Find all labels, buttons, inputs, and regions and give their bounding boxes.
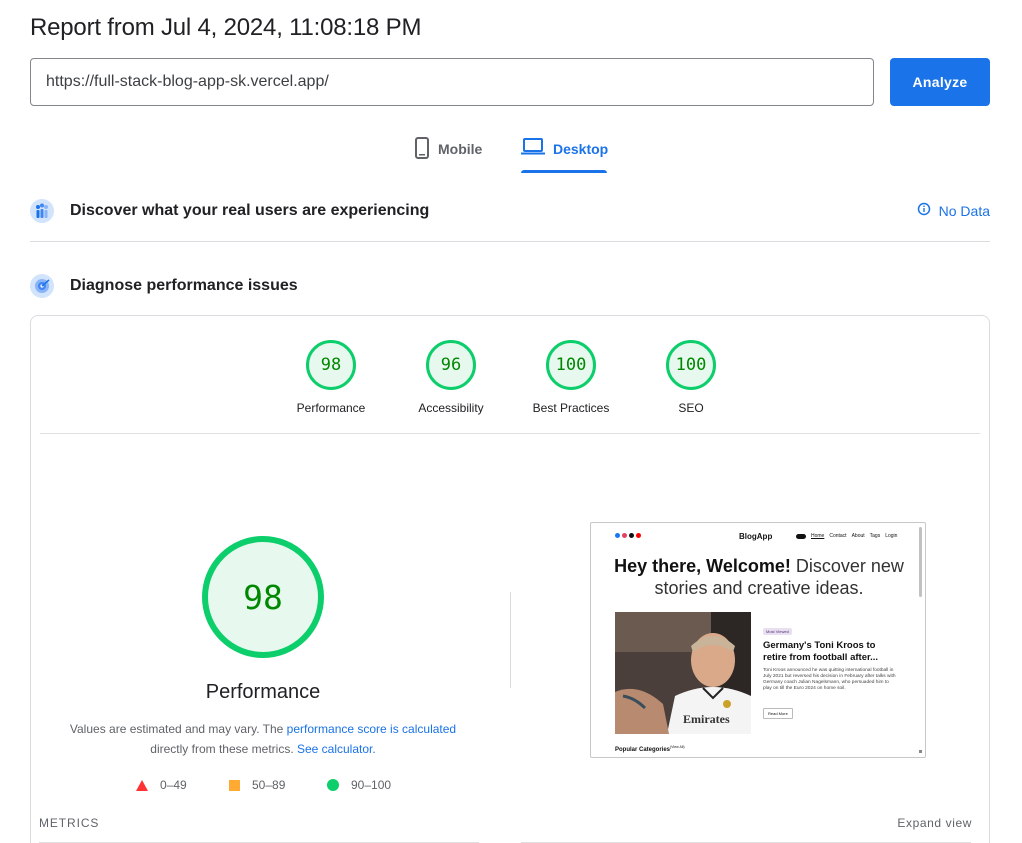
site-nav-item: Tags bbox=[869, 533, 881, 539]
laptop-icon bbox=[521, 134, 545, 157]
jersey-text: Emirates bbox=[683, 712, 730, 726]
legend-average: 50–89 bbox=[229, 778, 285, 792]
tiktok-icon bbox=[629, 533, 634, 538]
instagram-icon bbox=[622, 533, 627, 538]
metrics-heading: METRICS bbox=[39, 816, 100, 830]
tab-desktop-label: Desktop bbox=[553, 141, 609, 157]
lighthouse-icon bbox=[30, 274, 54, 298]
legend-pass: 90–100 bbox=[327, 778, 391, 792]
crux-section: Discover what your real users are experi… bbox=[30, 193, 990, 229]
scroll-arrow-icon bbox=[919, 750, 922, 753]
performance-label-large: Performance bbox=[205, 681, 321, 703]
no-data-link[interactable]: No Data bbox=[917, 202, 990, 219]
square-icon bbox=[229, 779, 240, 791]
gauge-score: 96 bbox=[440, 355, 462, 375]
gauge-accessibility[interactable]: 96 Accessibility bbox=[391, 340, 511, 415]
tab-mobile-label: Mobile bbox=[438, 141, 483, 157]
vertical-divider bbox=[510, 592, 511, 688]
post-photo: Emirates bbox=[615, 612, 751, 734]
circle-icon bbox=[327, 779, 339, 791]
gauge-label: Performance bbox=[296, 401, 366, 415]
facebook-icon bbox=[615, 533, 620, 538]
gauge-label: Best Practices bbox=[532, 401, 610, 415]
gauge-best-practices[interactable]: 100 Best Practices bbox=[511, 340, 631, 415]
site-nav-item: Login bbox=[885, 533, 898, 539]
gauge-ring: 100 bbox=[666, 340, 716, 390]
crux-divider bbox=[30, 241, 990, 242]
gauge-label: Accessibility bbox=[418, 401, 484, 415]
explanation-text: Values are estimated and may vary. The bbox=[69, 722, 287, 736]
gauge-score: 98 bbox=[320, 355, 342, 375]
info-icon bbox=[917, 202, 931, 219]
tab-desktop[interactable]: Desktop bbox=[521, 134, 609, 174]
diagnose-section: Diagnose performance issues bbox=[30, 268, 990, 304]
read-more-button: Read More bbox=[763, 708, 793, 719]
theme-toggle-icon bbox=[796, 534, 806, 539]
hero-bold: Hey there, Welcome! bbox=[614, 556, 791, 576]
screenshot-scrollbar bbox=[919, 527, 922, 597]
performance-score-large: 98 bbox=[243, 577, 283, 617]
explanation-text-2: directly from these metrics. bbox=[150, 742, 297, 756]
expand-view-button[interactable]: Expand view bbox=[897, 816, 972, 830]
triangle-icon bbox=[136, 779, 148, 791]
legend-range: 0–49 bbox=[160, 778, 187, 792]
site-nav: Home Contact About Tags Login bbox=[811, 533, 897, 539]
popular-categories: Popular Categories(View All) bbox=[615, 745, 685, 753]
site-brand: BlogApp bbox=[739, 532, 773, 541]
report-title: Report from Jul 4, 2024, 11:08:18 PM bbox=[30, 14, 422, 41]
tab-mobile[interactable]: Mobile bbox=[414, 134, 482, 174]
final-screenshot[interactable]: BlogApp Home Contact About Tags Login He… bbox=[590, 522, 926, 758]
diagnose-title: Diagnose performance issues bbox=[70, 277, 298, 294]
gauge-score: 100 bbox=[675, 355, 707, 375]
post-description: Toni Kroos announced he was quitting int… bbox=[763, 668, 896, 691]
popular-label: Popular Categories bbox=[615, 747, 671, 753]
report-card: 98 Performance 96 Accessibility 100 Best… bbox=[30, 315, 990, 843]
performance-gauge-large: 98 bbox=[202, 536, 324, 658]
analyze-button[interactable]: Analyze bbox=[890, 58, 990, 106]
site-nav-item: Home bbox=[811, 533, 825, 539]
social-icons bbox=[615, 533, 641, 538]
site-nav-item: Contact bbox=[829, 533, 847, 539]
legend-fail: 0–49 bbox=[136, 778, 187, 792]
view-all-label: (View All) bbox=[670, 745, 685, 749]
most-viewed-pill: Most Viewed bbox=[763, 628, 792, 635]
legend-range: 90–100 bbox=[351, 778, 392, 792]
legend-range: 50–89 bbox=[252, 778, 286, 792]
gauge-seo[interactable]: 100 SEO bbox=[631, 340, 751, 415]
see-calculator-link[interactable]: See calculator. bbox=[297, 742, 376, 756]
url-input[interactable] bbox=[30, 58, 874, 106]
gauge-score: 100 bbox=[555, 355, 587, 375]
site-hero: Hey there, Welcome! Discover new stories… bbox=[609, 555, 909, 599]
score-calculated-link[interactable]: performance score is calculated bbox=[287, 722, 456, 736]
crux-users-icon bbox=[30, 199, 54, 223]
gauge-ring: 98 bbox=[306, 340, 356, 390]
youtube-icon bbox=[636, 533, 641, 538]
gauge-performance[interactable]: 98 Performance bbox=[271, 340, 391, 415]
post-title: Germany's Toni Kroos to retire from foot… bbox=[763, 640, 879, 663]
gauge-label: SEO bbox=[678, 401, 704, 415]
score-explanation: Values are estimated and may vary. The p… bbox=[53, 719, 473, 759]
gauge-ring: 96 bbox=[426, 340, 476, 390]
no-data-label: No Data bbox=[938, 202, 990, 219]
card-divider bbox=[40, 433, 980, 434]
gauge-ring: 100 bbox=[546, 340, 596, 390]
phone-icon bbox=[414, 134, 430, 159]
site-nav-item: About bbox=[851, 533, 865, 539]
crux-title: Discover what your real users are experi… bbox=[70, 202, 430, 219]
